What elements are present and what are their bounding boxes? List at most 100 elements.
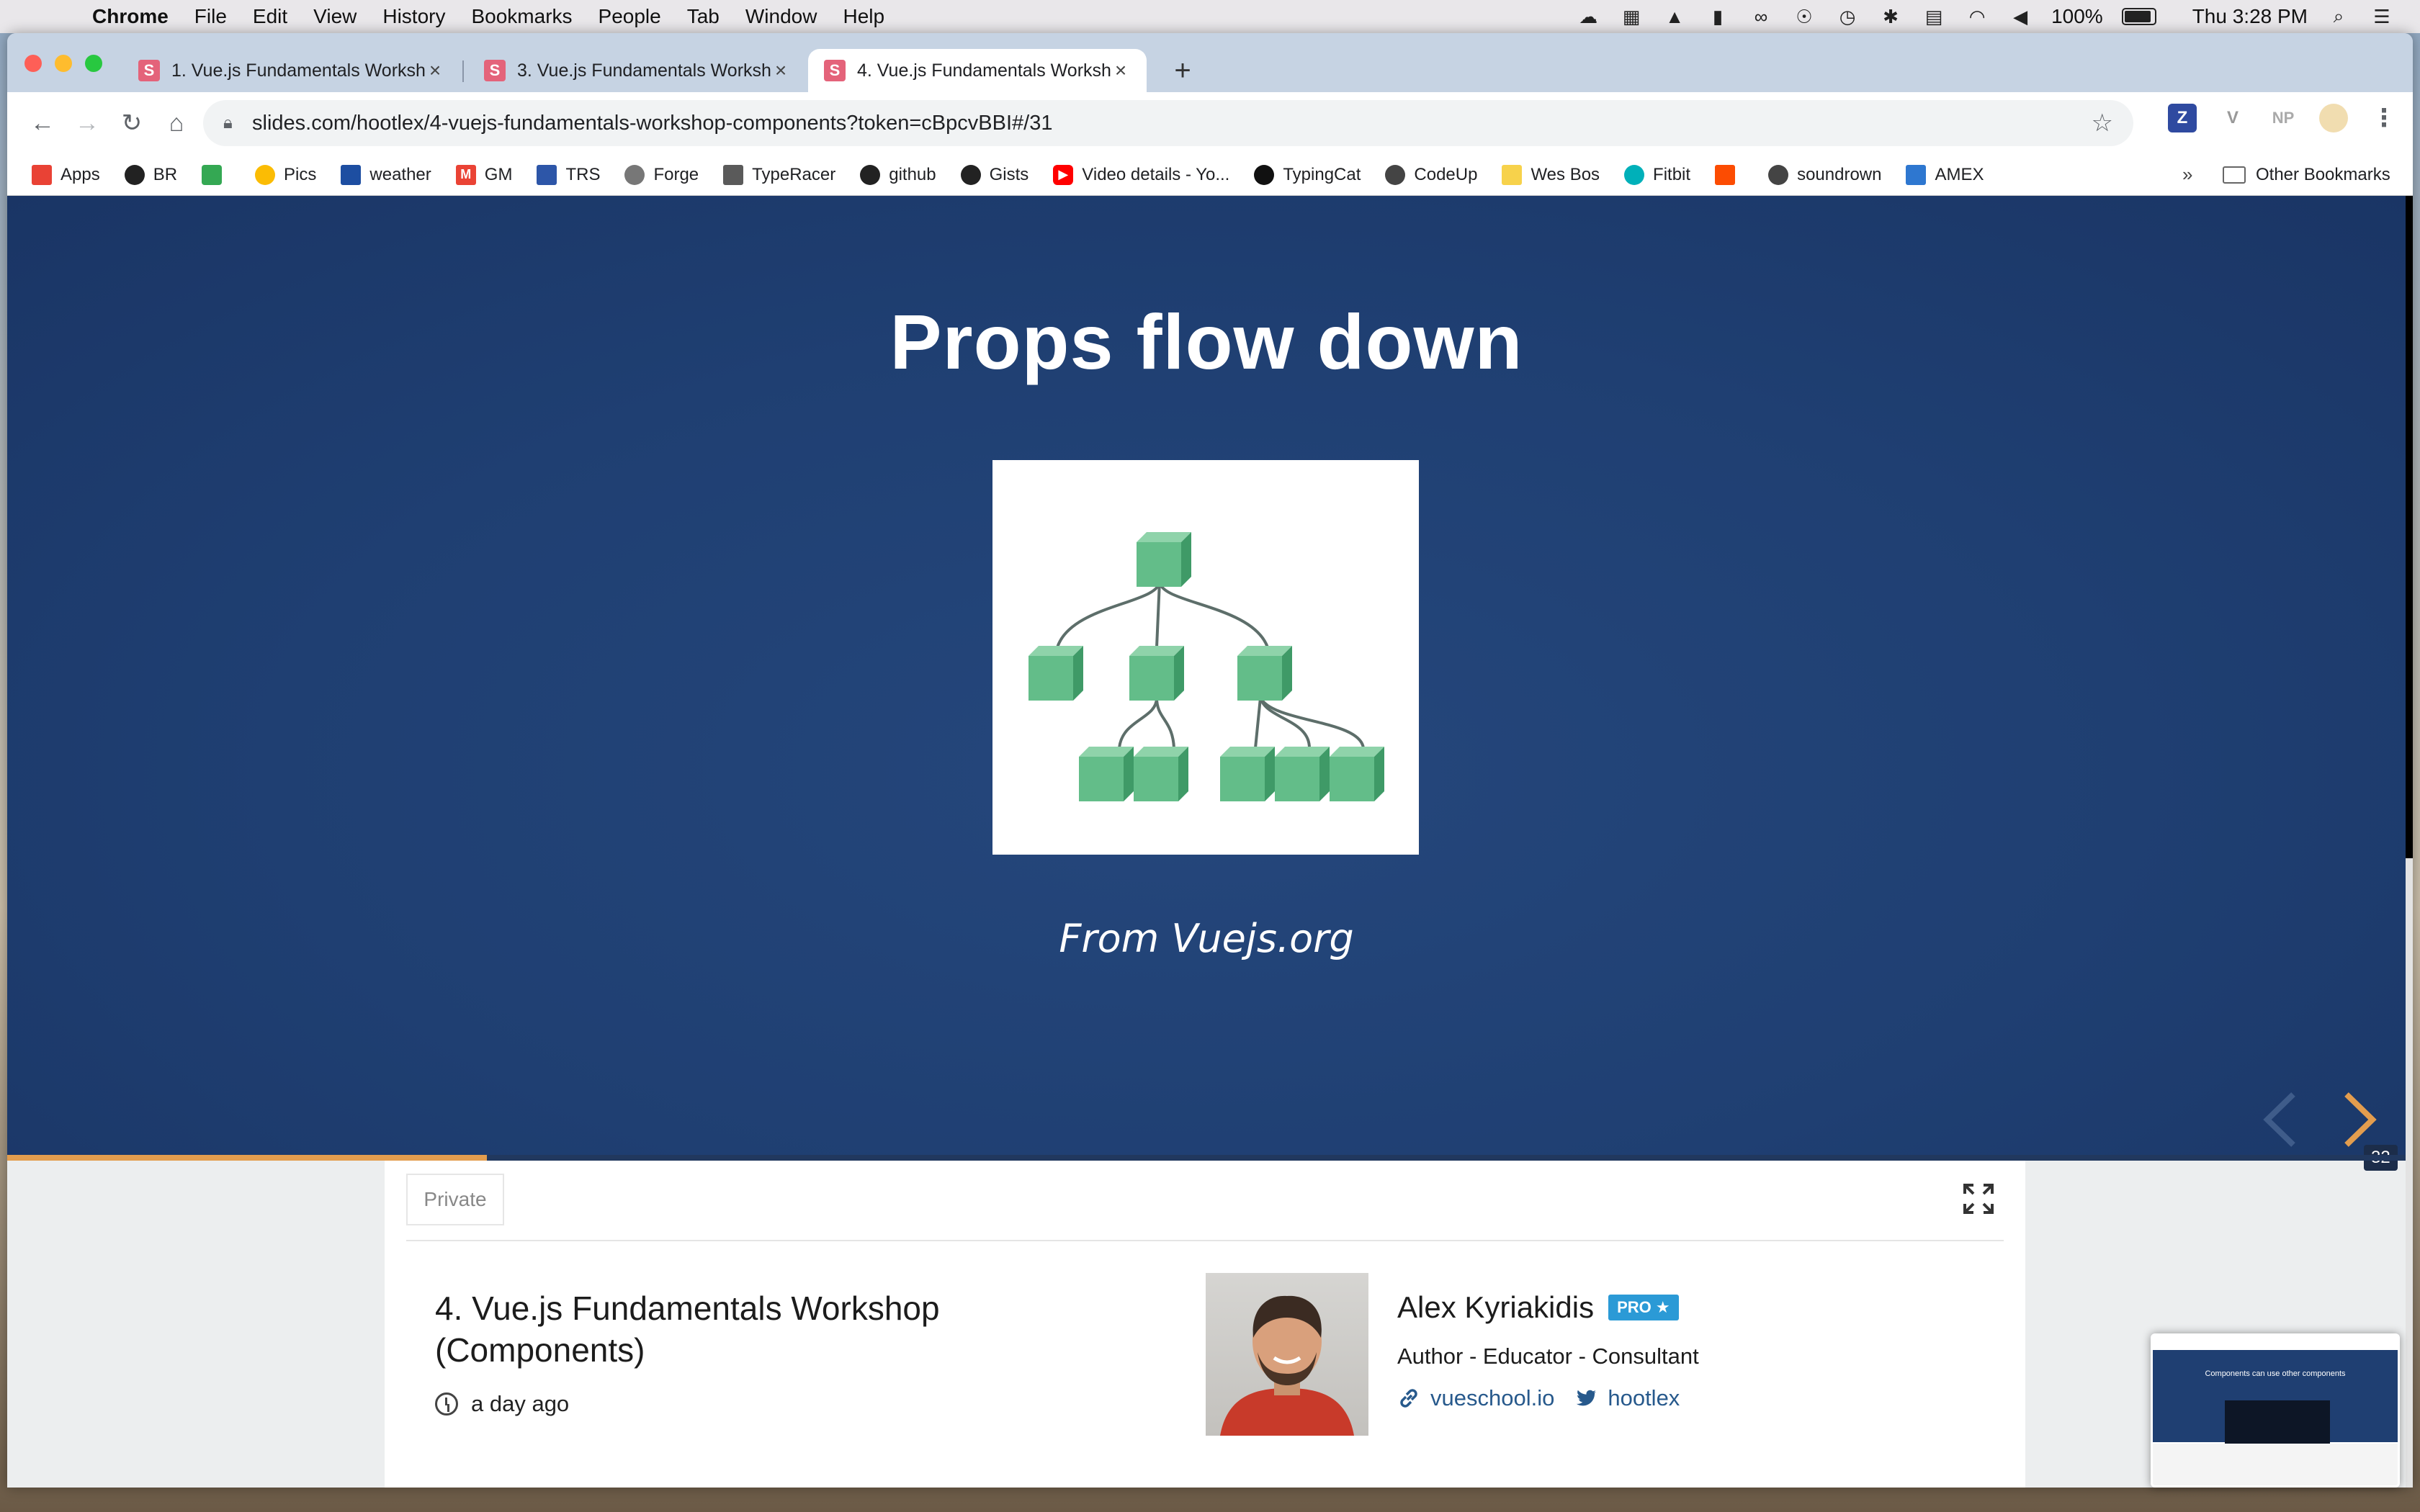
creative-cloud-icon[interactable]: ☁	[1576, 6, 1600, 27]
website-link[interactable]: vueschool.io	[1397, 1385, 1554, 1411]
component-cube	[1028, 646, 1083, 701]
url-text[interactable]: slides.com/hootlex/4-vuejs-fundamentals-…	[252, 112, 2092, 135]
spotlight-search-icon[interactable]: ⌕	[2326, 5, 2351, 27]
slide-title: Props flow down	[889, 298, 1523, 385]
bookmark-typeracer[interactable]: TypeRacer	[723, 164, 835, 185]
vue-devtools-extension-icon[interactable]: V	[2218, 104, 2247, 132]
zoom-window-button[interactable]	[85, 55, 102, 72]
gmail-icon: M	[455, 164, 476, 185]
wifi-icon[interactable]: ◠	[1965, 6, 1989, 27]
bookmark-google-drive[interactable]	[202, 164, 230, 185]
reload-icon[interactable]: ↻	[109, 101, 154, 145]
presentation-slide[interactable]: Props flow down From Vuejs.org	[7, 196, 2406, 1171]
twitter-link[interactable]: hootlex	[1574, 1385, 1680, 1411]
bookmark-gm[interactable]: M GM	[455, 164, 512, 185]
menu-people[interactable]: People	[586, 5, 674, 28]
next-slide-chevron-icon[interactable]	[2339, 1089, 2380, 1151]
home-icon[interactable]: ⌂	[154, 101, 199, 145]
back-arrow-icon[interactable]: ←	[20, 101, 65, 145]
globe-icon	[1385, 164, 1406, 185]
bookmark-gists[interactable]: Gists	[960, 164, 1028, 185]
bluetooth-icon[interactable]: ✱	[1878, 6, 1903, 27]
profile-avatar-icon[interactable]	[2319, 104, 2348, 132]
slide-progress-bar	[7, 1155, 2406, 1161]
bookmark-forge[interactable]: Forge	[624, 164, 699, 185]
volume-icon[interactable]: ◀	[2008, 6, 2033, 27]
browser-window: S 1. Vue.js Fundamentals Worksh × S 3. V…	[7, 33, 2413, 1488]
tab-4-active[interactable]: S 4. Vue.js Fundamentals Worksh ×	[808, 49, 1147, 92]
menu-view[interactable]: View	[300, 5, 369, 28]
close-tab-icon[interactable]: ×	[771, 59, 791, 82]
close-tab-icon[interactable]: ×	[425, 59, 445, 82]
accessibility-icon[interactable]: ☉	[1792, 6, 1816, 27]
tab-1[interactable]: S 1. Vue.js Fundamentals Worksh ×	[122, 49, 461, 92]
battery-icon[interactable]	[2121, 8, 2156, 25]
author-avatar[interactable]	[1206, 1273, 1368, 1436]
menu-app-name[interactable]: Chrome	[79, 5, 182, 28]
minimize-window-button[interactable]	[55, 55, 72, 72]
forward-arrow-icon[interactable]: →	[65, 101, 109, 145]
deck-title[interactable]: 4. Vue.js Fundamentals Workshop (Compone…	[435, 1287, 1083, 1371]
page-content: Props flow down From Vuejs.org Private 4…	[7, 196, 2413, 1488]
bookmark-fitbit[interactable]: Fitbit	[1624, 164, 1690, 185]
github-icon	[960, 164, 981, 185]
np-extension-icon[interactable]: NP	[2269, 104, 2298, 132]
docker-icon[interactable]: ▦	[1619, 6, 1644, 27]
lock-icon[interactable]: 🔒︎	[223, 113, 252, 133]
google-drive-icon	[202, 164, 223, 185]
bookmark-star-icon[interactable]: ☆	[2092, 109, 2113, 138]
bookmark-video-details[interactable]: ▶ Video details - Yo...	[1053, 164, 1229, 185]
slide-progress-fill	[7, 1155, 487, 1161]
glasses-icon[interactable]: ∞	[1749, 6, 1773, 27]
deck-timestamp: a day ago	[435, 1391, 569, 1417]
other-bookmarks-folder[interactable]: Other Bookmarks	[2223, 165, 2390, 185]
fullscreen-expand-icon[interactable]	[1962, 1182, 1995, 1215]
pro-badge: PRO ★	[1608, 1295, 1679, 1320]
menu-tab[interactable]: Tab	[674, 5, 732, 28]
slide-caption: From Vuejs.org	[1059, 916, 1354, 961]
youtube-icon: ▶	[1053, 164, 1074, 185]
menu-bookmarks[interactable]: Bookmarks	[458, 5, 585, 28]
menu-window[interactable]: Window	[732, 5, 830, 28]
bookmark-amex[interactable]: AMEX	[1906, 164, 1984, 185]
scrollbar-thumb[interactable]	[2406, 196, 2413, 858]
bookmark-trs[interactable]: TRS	[537, 164, 600, 185]
audio-bars-icon[interactable]: ▮	[1706, 6, 1730, 27]
menu-clock[interactable]: Thu 3:28 PM	[2192, 5, 2308, 28]
screenshot-preview-thumbnail[interactable]: Components can use other components	[2151, 1333, 2400, 1488]
bookmark-strava[interactable]	[1715, 164, 1744, 185]
menu-help[interactable]: Help	[830, 5, 897, 28]
bookmark-pics[interactable]: Pics	[255, 164, 316, 185]
bookmark-typingcat[interactable]: TypingCat	[1254, 164, 1361, 185]
bookmark-br[interactable]: BR	[124, 164, 177, 185]
page-scrollbar[interactable]	[2406, 196, 2413, 1488]
close-tab-icon[interactable]: ×	[1111, 59, 1131, 82]
vectorworks-icon[interactable]: ▲	[1662, 6, 1687, 27]
new-tab-button[interactable]: +	[1167, 56, 1198, 88]
keyboard-icon[interactable]: ▤	[1922, 6, 1946, 27]
bookmark-github[interactable]: github	[860, 164, 936, 185]
bookmark-soundrown[interactable]: soundrown	[1768, 164, 1881, 185]
time-machine-icon[interactable]: ◷	[1835, 6, 1860, 27]
bookmark-apps[interactable]: Apps	[32, 164, 100, 185]
close-window-button[interactable]	[24, 55, 42, 72]
tab-title: 4. Vue.js Fundamentals Worksh	[857, 60, 1111, 81]
bookmark-weather[interactable]: weather	[341, 164, 431, 185]
bookmark-wes-bos[interactable]: Wes Bos	[1502, 164, 1600, 185]
bookmarks-overflow-button[interactable]: »	[2182, 163, 2192, 186]
strava-icon	[1715, 164, 1736, 185]
menu-file[interactable]: File	[182, 5, 240, 28]
author-name[interactable]: Alex Kyriakidis	[1397, 1290, 1594, 1325]
weather-channel-icon	[341, 164, 362, 185]
previous-slide-chevron-icon[interactable]	[2260, 1089, 2300, 1151]
bookmark-codeup[interactable]: CodeUp	[1385, 164, 1477, 185]
tab-3[interactable]: S 3. Vue.js Fundamentals Worksh ×	[468, 49, 807, 92]
notification-center-icon[interactable]: ☰	[2370, 6, 2394, 27]
menu-history[interactable]: History	[369, 5, 458, 28]
address-bar[interactable]: 🔒︎ slides.com/hootlex/4-vuejs-fundamenta…	[203, 100, 2133, 146]
amex-icon	[1906, 164, 1927, 185]
chrome-menu-icon[interactable]: ⋮	[2370, 104, 2398, 132]
menu-edit[interactable]: Edit	[240, 5, 300, 28]
zotero-extension-icon[interactable]: Z	[2168, 104, 2197, 132]
component-cube	[1330, 747, 1384, 801]
